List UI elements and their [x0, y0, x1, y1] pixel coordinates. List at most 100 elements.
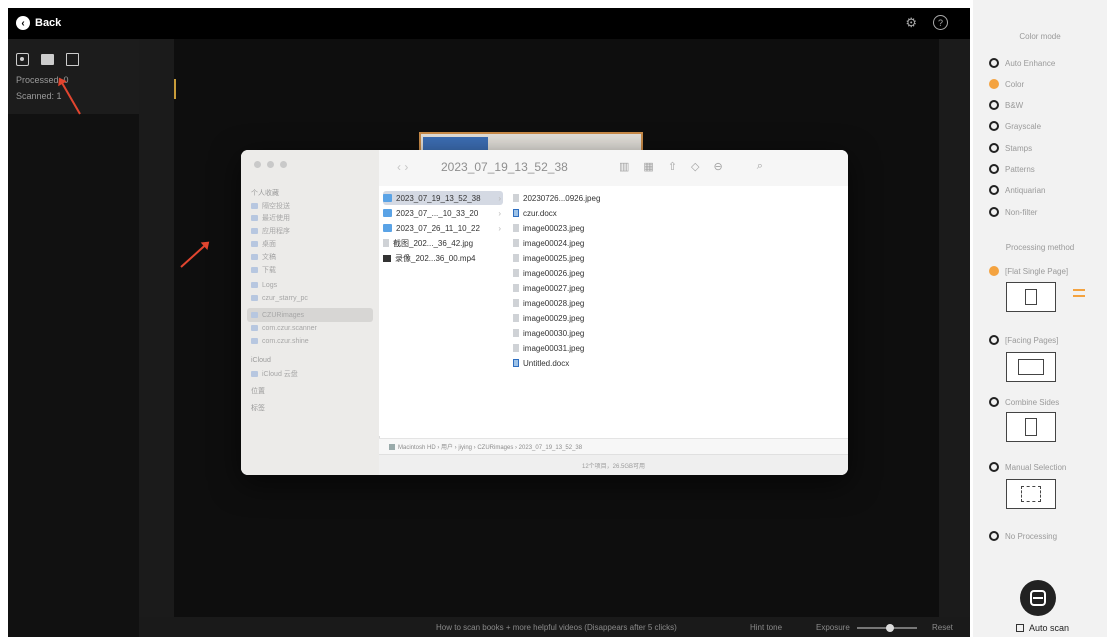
auto-scan-checkbox[interactable]: Auto scan: [1016, 623, 1069, 633]
path-text[interactable]: Macintosh HD › 用户 › jiying › CZURimages …: [398, 442, 582, 451]
file-row[interactable]: 2023_07_..._10_33_20 ›: [383, 206, 503, 220]
radio-icon[interactable]: [989, 335, 999, 345]
path-bar: Macintosh HD › 用户 › jiying › CZURimages …: [379, 438, 848, 454]
camera-icon[interactable]: [16, 53, 29, 66]
file-row[interactable]: Untitled.docx: [513, 356, 633, 370]
radio-icon[interactable]: [989, 121, 999, 131]
hint-link[interactable]: How to scan books + more helpful videos …: [436, 623, 677, 632]
radio-icon[interactable]: [989, 266, 999, 276]
sidebar-item[interactable]: com.czur.shine: [251, 334, 373, 348]
back-button[interactable]: ‹ Back: [16, 16, 61, 30]
radio-icon[interactable]: [989, 164, 999, 174]
file-row[interactable]: czur.docx: [513, 206, 633, 220]
sidebar-item[interactable]: 桌面: [251, 237, 373, 251]
file-row[interactable]: image00027.jpeg: [513, 281, 633, 295]
scan-button[interactable]: [1020, 580, 1056, 616]
option-grayscale[interactable]: Grayscale: [989, 121, 1041, 131]
file-row[interactable]: image00029.jpeg: [513, 311, 633, 325]
radio-icon[interactable]: [989, 79, 999, 89]
sidebar-item[interactable]: 最近使用: [251, 211, 373, 225]
file-row[interactable]: 截图_202..._36_42.jpg: [383, 236, 503, 250]
edit-icon[interactable]: [66, 53, 79, 66]
option-antiquarian[interactable]: Antiquarian: [989, 185, 1045, 195]
finder-column-1: 2023_07_19_13_52_38 › 2023_07_..._10_33_20…: [379, 186, 510, 436]
more-icon[interactable]: ⊖: [714, 160, 723, 173]
nav-arrows-icon[interactable]: ‹ ›: [397, 160, 408, 174]
image-file-icon: [513, 269, 519, 277]
checkbox-icon[interactable]: [1016, 624, 1024, 632]
sidebar-item[interactable]: czur_starry_pc: [251, 291, 373, 305]
combine-sides-tile[interactable]: [1006, 412, 1056, 442]
folder-icon: [251, 325, 258, 331]
radio-icon[interactable]: [989, 207, 999, 217]
radio-icon[interactable]: [989, 462, 999, 472]
sidebar-item[interactable]: 下载: [251, 263, 373, 277]
file-row[interactable]: image00023.jpeg: [513, 221, 633, 235]
help-icon[interactable]: ?: [933, 15, 948, 30]
flat-single-page-tile[interactable]: [1006, 282, 1056, 312]
document-header-block: [423, 137, 488, 151]
group-icon[interactable]: ▦: [643, 160, 653, 173]
facing-pages-tile[interactable]: [1006, 352, 1056, 382]
window-controls[interactable]: [254, 161, 287, 168]
manual-selection-tile[interactable]: [1006, 479, 1056, 509]
hint-tone-toggle[interactable]: Hint tone: [750, 623, 782, 632]
adjust-settings-icon[interactable]: [1073, 288, 1085, 298]
sidebar-item[interactable]: Logs: [251, 278, 373, 292]
file-row[interactable]: 20230726...0926.jpeg: [513, 191, 633, 205]
file-row[interactable]: image00031.jpeg: [513, 341, 633, 355]
sidebar-item[interactable]: iCloud 云盘: [251, 367, 373, 381]
gear-icon[interactable]: ⚙: [905, 15, 917, 31]
sidebar-item[interactable]: CZURimages: [247, 308, 373, 322]
file-row[interactable]: image00025.jpeg: [513, 251, 633, 265]
folder-icon: [251, 241, 258, 247]
option-manual-selection[interactable]: Manual Selection: [989, 462, 1066, 472]
option-facing-pages[interactable]: [Facing Pages]: [989, 335, 1058, 345]
tag-icon[interactable]: ◇: [691, 160, 699, 173]
document-icon: [513, 209, 519, 217]
search-icon[interactable]: ⌕: [757, 160, 763, 173]
option-color[interactable]: Color: [989, 79, 1024, 89]
folder-icon: [251, 312, 258, 318]
sidebar-item[interactable]: com.czur.scanner: [251, 321, 373, 335]
file-name: 2023_07_26_11_10_22: [396, 223, 480, 233]
finder-column-4: [689, 186, 848, 436]
option-label: B&W: [1005, 100, 1024, 110]
folder-icon: [251, 228, 258, 234]
file-row[interactable]: image00026.jpeg: [513, 266, 633, 280]
file-row[interactable]: 2023_07_26_11_10_22 ›: [383, 221, 503, 235]
option-auto-enhance[interactable]: Auto Enhance: [989, 58, 1055, 68]
bottom-bar: How to scan books + more helpful videos …: [139, 617, 970, 637]
option-non-filter[interactable]: Non-filter: [989, 207, 1037, 217]
finder-toolbar: ‹ › 2023_07_19_13_52_38 ▥ ▦ ⇧ ◇ ⊖ ⌕: [379, 150, 848, 187]
share-icon[interactable]: ⇧: [668, 160, 677, 173]
sidebar-item-label: 隔空投送: [262, 203, 290, 210]
radio-icon[interactable]: [989, 143, 999, 153]
file-name: czur.docx: [523, 208, 557, 218]
radio-icon[interactable]: [989, 531, 999, 541]
option-label: Patterns: [1005, 164, 1035, 174]
option-combine-sides[interactable]: Combine Sides: [989, 397, 1059, 407]
exposure-slider[interactable]: [857, 624, 917, 632]
sidebar-item[interactable]: 应用程序: [251, 224, 373, 238]
option-b-w[interactable]: B&W: [989, 100, 1023, 110]
radio-icon[interactable]: [989, 185, 999, 195]
option-flat-single-page[interactable]: [Flat Single Page]: [989, 266, 1068, 276]
facing-pages-icon: [1018, 359, 1044, 375]
file-row[interactable]: 录像_202...36_00.mp4: [383, 251, 503, 265]
file-row[interactable]: image00028.jpeg: [513, 296, 633, 310]
reset-button[interactable]: Reset: [932, 623, 953, 632]
exposure-slider-knob[interactable]: [885, 624, 894, 632]
view-columns-icon[interactable]: ▥: [619, 160, 629, 173]
folder-icon[interactable]: [41, 54, 54, 65]
radio-icon[interactable]: [989, 100, 999, 110]
file-row[interactable]: 2023_07_19_13_52_38 ›: [383, 191, 503, 205]
radio-icon[interactable]: [989, 397, 999, 407]
radio-icon[interactable]: [989, 58, 999, 68]
file-row[interactable]: image00030.jpeg: [513, 326, 633, 340]
file-row[interactable]: image00024.jpeg: [513, 236, 633, 250]
option-no-processing[interactable]: No Processing: [989, 531, 1057, 541]
option-patterns[interactable]: Patterns: [989, 164, 1035, 174]
sidebar-item[interactable]: 文稿: [251, 250, 373, 264]
option-stamps[interactable]: Stamps: [989, 143, 1032, 153]
